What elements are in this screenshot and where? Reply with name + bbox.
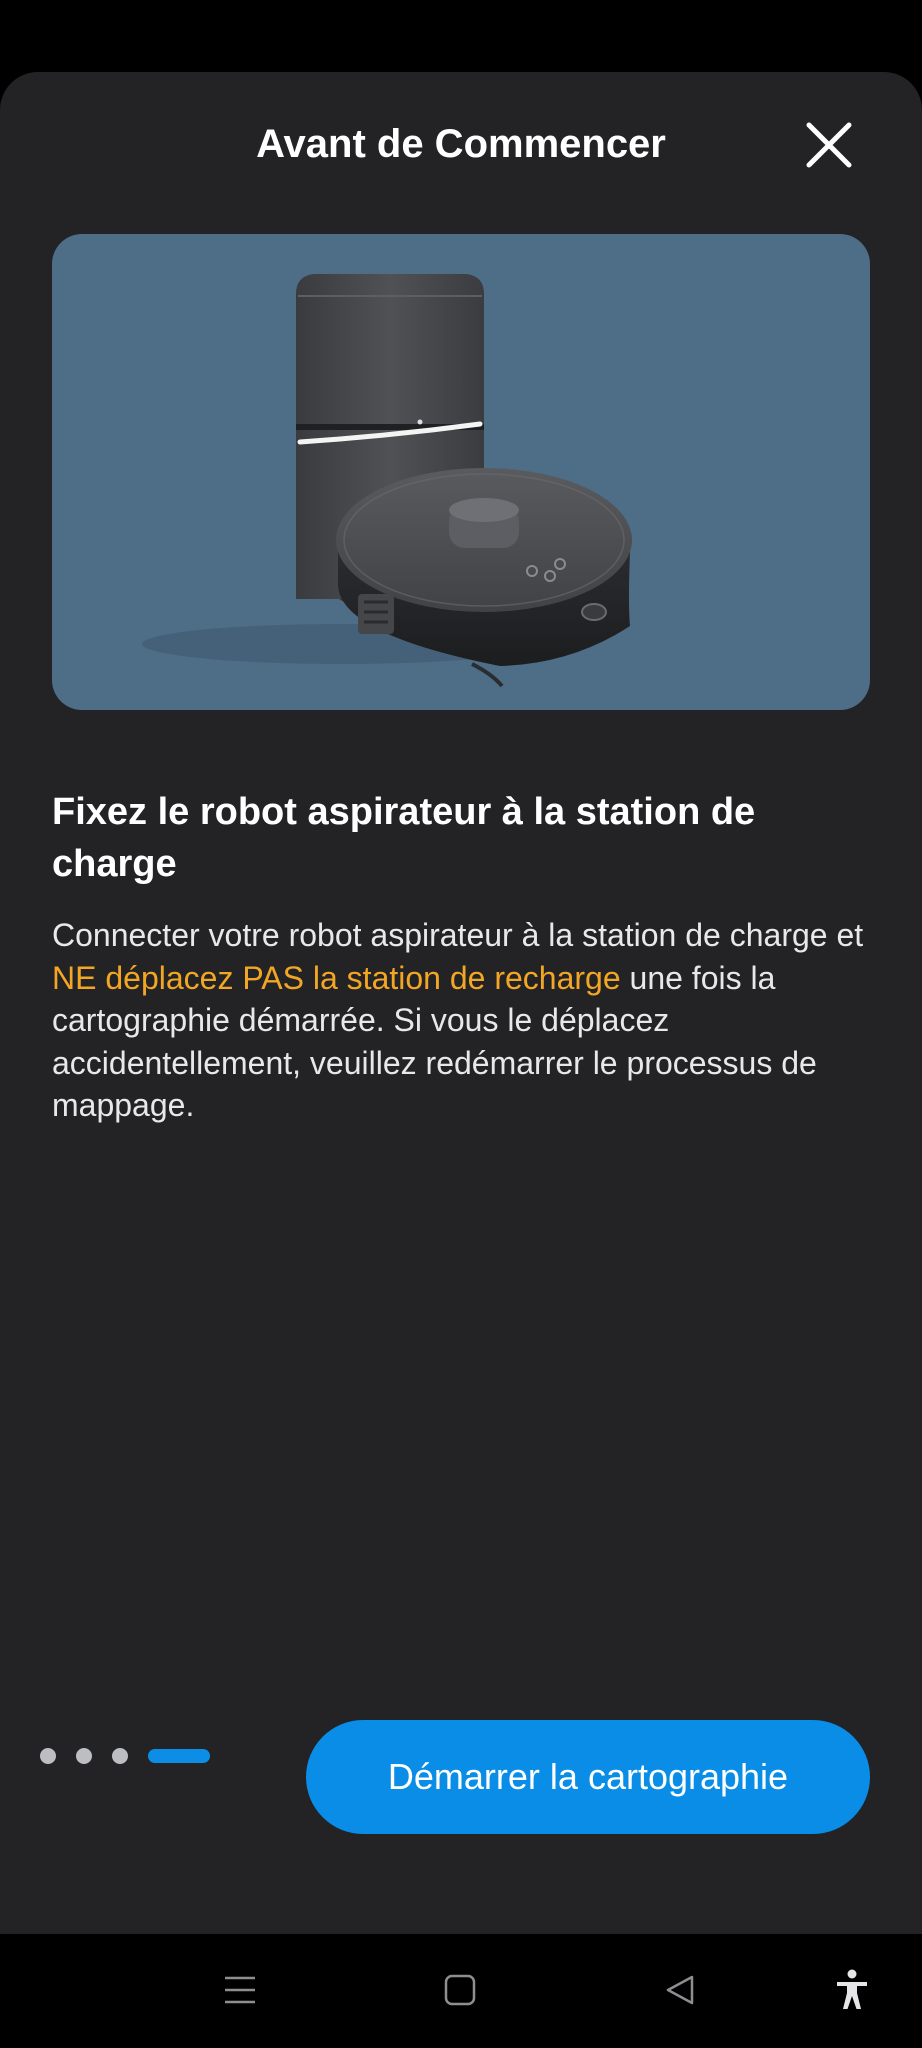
start-mapping-button[interactable]: Démarrer la cartographie bbox=[306, 1720, 870, 1834]
description-warning-highlight: NE déplacez PAS la station de recharge bbox=[52, 959, 621, 996]
back-button[interactable] bbox=[650, 1964, 710, 2016]
system-navigation-bar bbox=[0, 1934, 922, 2048]
home-icon bbox=[444, 1974, 476, 2006]
page-dot-3 bbox=[112, 1748, 128, 1764]
accessibility-button[interactable] bbox=[822, 1964, 882, 2016]
robot-illustration bbox=[52, 234, 870, 710]
menu-button[interactable] bbox=[210, 1964, 270, 2016]
robot-vacuum-image bbox=[142, 274, 632, 688]
menu-icon bbox=[225, 1976, 255, 2004]
close-icon bbox=[806, 122, 852, 168]
page-dot-2 bbox=[76, 1748, 92, 1764]
accessibility-icon bbox=[837, 1969, 867, 2009]
sheet-title: Avant de Commencer bbox=[256, 122, 666, 166]
back-icon bbox=[666, 1975, 694, 2005]
page-dot-1 bbox=[40, 1748, 56, 1764]
page-dot-4-active bbox=[148, 1749, 210, 1763]
description-text-before: Connecter votre robot aspirateur à la st… bbox=[52, 917, 864, 953]
step-description: Connecter votre robot aspirateur à la st… bbox=[52, 914, 872, 1127]
close-button[interactable] bbox=[796, 114, 862, 176]
step-title: Fixez le robot aspirateur à la station d… bbox=[52, 791, 756, 885]
pagination-indicator bbox=[40, 1747, 210, 1765]
home-button[interactable] bbox=[430, 1964, 490, 2016]
